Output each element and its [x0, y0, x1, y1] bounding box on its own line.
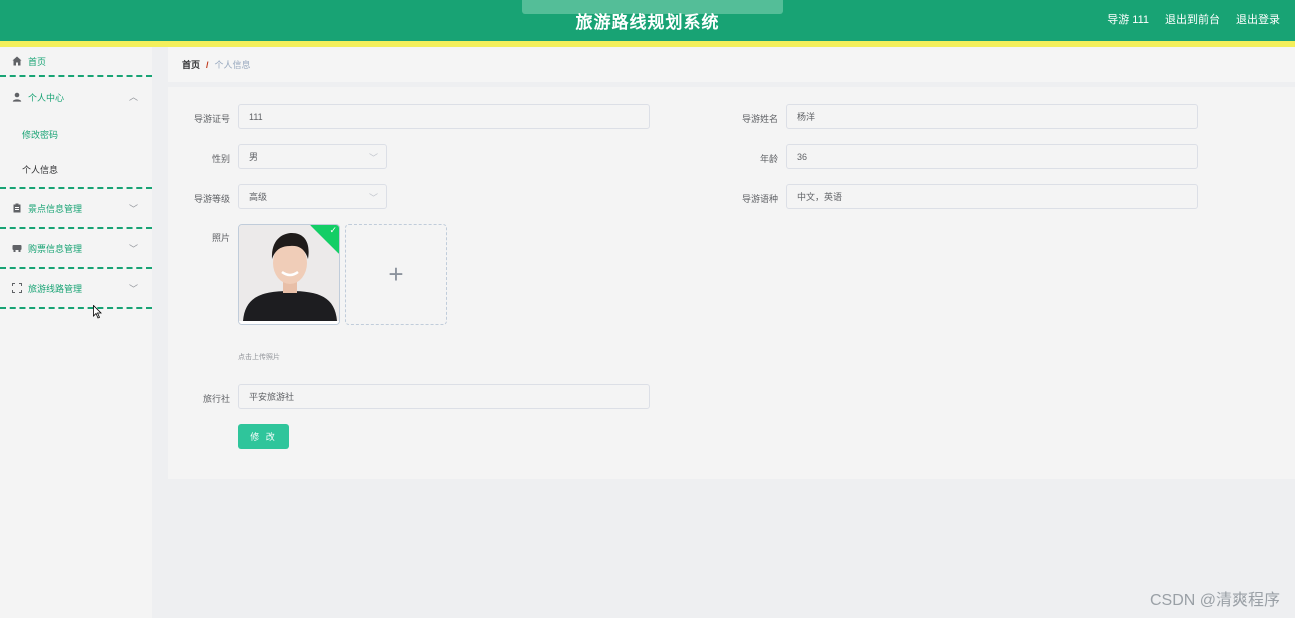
guide-no-field[interactable]: 111	[238, 104, 650, 129]
header-actions: 导游 111 退出到前台 退出登录	[1107, 11, 1280, 27]
chevron-down-icon: ﹀	[368, 193, 378, 203]
check-icon: ✓	[329, 225, 337, 235]
chevron-up-icon: ︿	[128, 92, 138, 102]
plus-icon: +	[388, 259, 404, 289]
submit-button[interactable]: 修 改	[238, 424, 289, 449]
sidebar-item-home[interactable]: 首页	[0, 47, 152, 77]
sidebar-item-personal-info[interactable]: 个人信息	[0, 152, 152, 187]
app-title: 旅游路线规划系统	[575, 13, 720, 32]
sidebar-item-label: 个人中心	[28, 92, 65, 103]
guide-name-label: 导游姓名	[741, 114, 778, 124]
guide-name-field[interactable]: 杨洋	[786, 104, 1198, 129]
agency-field[interactable]: 平安旅游社	[238, 384, 650, 409]
exit-to-front-link[interactable]: 退出到前台	[1165, 11, 1220, 27]
profile-form: 导游证号 111 导游姓名 杨洋 性别 男 ﹀ 年龄 36 导游等级 高级 ﹀ …	[168, 87, 1295, 479]
sidebar: 首页 个人中心 ︿ 修改密码 个人信息 景点信息管理 ﹀ 购票信息管理 ﹀ 旅游…	[0, 47, 152, 618]
sidebar-item-personal-center[interactable]: 个人中心 ︿	[0, 77, 152, 117]
photo-label: 照片	[211, 233, 230, 243]
chevron-down-icon: ﹀	[128, 204, 138, 214]
agency-label: 旅行社	[202, 394, 230, 404]
upload-hint: 点击上传照片	[238, 354, 280, 361]
user-icon	[11, 92, 22, 103]
home-icon	[11, 56, 22, 67]
breadcrumb-home[interactable]: 首页	[182, 58, 200, 71]
chevron-down-icon: ﹀	[128, 244, 138, 254]
sidebar-item-scenic-manage[interactable]: 景点信息管理 ﹀	[0, 189, 152, 229]
ticket-icon	[11, 243, 22, 254]
sidebar-item-route-manage[interactable]: 旅游线路管理 ﹀	[0, 269, 152, 309]
chevron-down-icon: ﹀	[128, 284, 138, 294]
current-user: 导游 111	[1107, 14, 1149, 26]
clipboard-icon	[11, 203, 22, 214]
gender-label: 性别	[211, 154, 230, 164]
breadcrumb-current: 个人信息	[214, 60, 251, 70]
breadcrumb-separator: /	[206, 59, 209, 70]
sidebar-item-label: 旅游线路管理	[28, 283, 83, 294]
level-select[interactable]: 高级 ﹀	[238, 184, 387, 209]
top-header: 旅游路线规划系统 导游 111 退出到前台 退出登录	[0, 0, 1295, 41]
sidebar-item-change-password[interactable]: 修改密码	[0, 117, 152, 152]
logout-link[interactable]: 退出登录	[1236, 11, 1280, 27]
sidebar-item-label: 购票信息管理	[28, 243, 83, 254]
level-label: 导游等级	[193, 194, 230, 204]
language-label: 导游语种	[741, 194, 778, 204]
uploaded-photo[interactable]: ✓	[238, 224, 340, 325]
age-field[interactable]: 36	[786, 144, 1198, 169]
age-label: 年龄	[759, 154, 778, 164]
language-field[interactable]: 中文，英语	[786, 184, 1198, 209]
fullscreen-icon	[11, 283, 22, 294]
guide-no-label: 导游证号	[193, 114, 230, 124]
upload-photo-button[interactable]: +	[345, 224, 447, 325]
breadcrumb: 首页 / 个人信息	[168, 47, 1295, 82]
gender-value: 男	[249, 152, 259, 162]
level-value: 高级	[249, 192, 268, 202]
gender-select[interactable]: 男 ﹀	[238, 144, 387, 169]
chevron-down-icon: ﹀	[368, 153, 378, 163]
mouse-cursor-icon	[93, 305, 102, 319]
sidebar-item-label: 首页	[28, 56, 47, 67]
watermark: CSDN @清爽程序	[1149, 592, 1280, 609]
sidebar-item-ticket-manage[interactable]: 购票信息管理 ﹀	[0, 229, 152, 269]
sidebar-item-label: 景点信息管理	[28, 203, 83, 214]
submenu-personal-center: 修改密码 个人信息	[0, 117, 152, 189]
